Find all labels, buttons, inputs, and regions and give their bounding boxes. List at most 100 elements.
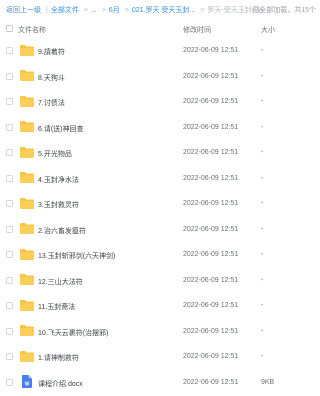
folder-icon [20,350,34,362]
row-checkbox[interactable] [6,72,13,80]
breadcrumb: 返回上一级 | 全部文件 > ... > 6月 > 021.罗天 受天玉封...… [0,0,320,20]
folder-icon [20,248,34,260]
row-checkbox[interactable] [6,47,13,54]
file-name[interactable]: 13.玉封斩邪剑(六天神剑) [38,251,115,261]
file-size: - [261,149,264,156]
row-checkbox[interactable] [6,378,13,386]
file-name[interactable]: 1.请神制救符 [38,353,79,363]
select-all-checkbox[interactable] [6,25,13,32]
file-name[interactable]: 9.請着符 [38,47,65,57]
file-size: - [261,353,264,360]
modified-time: 2022-06-09 12:51 [183,327,239,335]
file-name[interactable]: 2.治六畜发瘟符 [38,226,86,236]
file-size: 9KB [261,378,275,386]
file-name[interactable]: 7.讨债法 [38,98,65,108]
table-row[interactable]: 1.请神制救符 2022-06-09 12:51 - [0,344,320,370]
folder-icon [20,197,34,209]
table-row[interactable]: W 课程介绍.docx 2022-06-09 12:51 9KB [0,370,320,396]
column-header-name[interactable]: 文件名称 [18,25,46,35]
modified-time: 2022-06-09 12:51 [183,353,239,360]
breadcrumb-separator: | [46,6,48,14]
modified-time: 2022-06-09 12:51 [183,123,239,131]
file-size: - [261,302,264,309]
file-size: - [261,327,264,335]
file-size: - [261,174,264,182]
row-checkbox[interactable] [6,353,13,360]
folder-icon [20,95,34,107]
svg-text:W: W [25,381,30,387]
file-name[interactable]: 6.请(送)神回查 [38,124,84,134]
file-name[interactable]: 8.天狗斗 [38,73,65,83]
modified-time: 2022-06-09 12:51 [183,251,239,258]
folder-icon [20,70,34,81]
row-checkbox[interactable] [6,98,13,105]
modified-time: 2022-06-09 12:51 [183,174,239,182]
row-checkbox[interactable] [6,149,13,156]
modified-time: 2022-06-09 12:51 [183,225,239,233]
file-name[interactable]: 4.玉封净水法 [38,175,79,185]
folder-icon [20,146,34,158]
row-checkbox[interactable] [6,276,13,284]
table-row[interactable]: 6.请(送)神回查 2022-06-09 12:51 - [0,115,320,141]
breadcrumb-back-link[interactable]: 返回上一级 [6,5,41,15]
modified-time: 2022-06-09 12:51 [183,378,239,386]
table-row[interactable]: 7.讨债法 2022-06-09 12:51 - [0,89,320,115]
breadcrumb-separator: > [101,6,106,14]
file-name[interactable]: 5.开光物品 [38,149,72,159]
breadcrumb-folder-link[interactable]: 021.罗天 受天玉封... [132,5,195,15]
row-checkbox[interactable] [6,327,13,335]
file-name[interactable]: 3.玉封救灵符 [38,200,79,210]
file-size: - [261,200,264,207]
folder-icon [20,223,34,234]
modified-time: 2022-06-09 12:51 [183,47,239,54]
breadcrumb-all-files-link[interactable]: 全部文件 [51,5,79,15]
file-browser: 返回上一级 | 全部文件 > ... > 6月 > 021.罗天 受天玉封...… [0,0,320,396]
breadcrumb-separator: > [83,6,88,14]
row-checkbox[interactable] [6,251,13,258]
row-checkbox[interactable] [6,123,13,131]
table-row[interactable]: 10.飞天云裹符(治摆邪) 2022-06-09 12:51 - [0,319,320,345]
column-header-time[interactable]: 修改时间 [183,25,211,35]
table-row[interactable]: 4.玉封净水法 2022-06-09 12:51 - [0,166,320,192]
file-name[interactable]: 10.飞天云裹符(治摆邪) [38,328,108,338]
breadcrumb-ellipsis-link[interactable]: ... [91,7,97,14]
modified-time: 2022-06-09 12:51 [183,276,239,284]
file-size: - [261,72,264,80]
table-row[interactable]: 3.玉封救灵符 2022-06-09 12:51 - [0,191,320,217]
row-checkbox[interactable] [6,302,13,309]
table-row[interactable]: 9.請着符 2022-06-09 12:51 - [0,38,320,64]
table-row[interactable]: 13.玉封斩邪剑(六天神剑) 2022-06-09 12:51 - [0,242,320,268]
folder-icon [20,274,34,285]
file-name[interactable]: 11.玉封斋法 [38,302,75,312]
table-row[interactable]: 8.天狗斗 2022-06-09 12:51 - [0,64,320,90]
file-list: 9.請着符 2022-06-09 12:51 - 8.天狗斗 2022-06-0… [0,38,320,395]
breadcrumb-separator: > [124,6,129,14]
modified-time: 2022-06-09 12:51 [183,302,239,309]
folder-icon [20,121,34,132]
row-checkbox[interactable] [6,174,13,182]
table-row[interactable]: 11.玉封斋法 2022-06-09 12:51 - [0,293,320,319]
table-row[interactable]: 12.三山大法符 2022-06-09 12:51 - [0,268,320,294]
column-header-size[interactable]: 大小 [261,25,275,35]
row-checkbox[interactable] [6,225,13,233]
breadcrumb-separator: > [200,6,205,14]
row-checkbox[interactable] [6,200,13,207]
folder-icon [20,299,34,311]
file-name[interactable]: 课程介绍.docx [38,379,83,389]
table-row[interactable]: 2.治六畜发瘟符 2022-06-09 12:51 - [0,217,320,243]
modified-time: 2022-06-09 12:51 [183,72,239,80]
file-name[interactable]: 12.三山大法符 [38,277,83,287]
modified-time: 2022-06-09 12:51 [183,200,239,207]
file-size: - [261,276,264,284]
file-size: - [261,251,264,258]
table-row[interactable]: 5.开光物品 2022-06-09 12:51 - [0,140,320,166]
word-doc-icon: W [22,374,32,388]
file-size: - [261,123,264,131]
file-size: - [261,225,264,233]
modified-time: 2022-06-09 12:51 [183,149,239,156]
file-size: - [261,47,264,54]
modified-time: 2022-06-09 12:51 [183,98,239,105]
folder-icon [20,325,34,336]
load-status: 已全部加载，共15个 [252,7,316,14]
breadcrumb-month-link[interactable]: 6月 [109,5,120,15]
